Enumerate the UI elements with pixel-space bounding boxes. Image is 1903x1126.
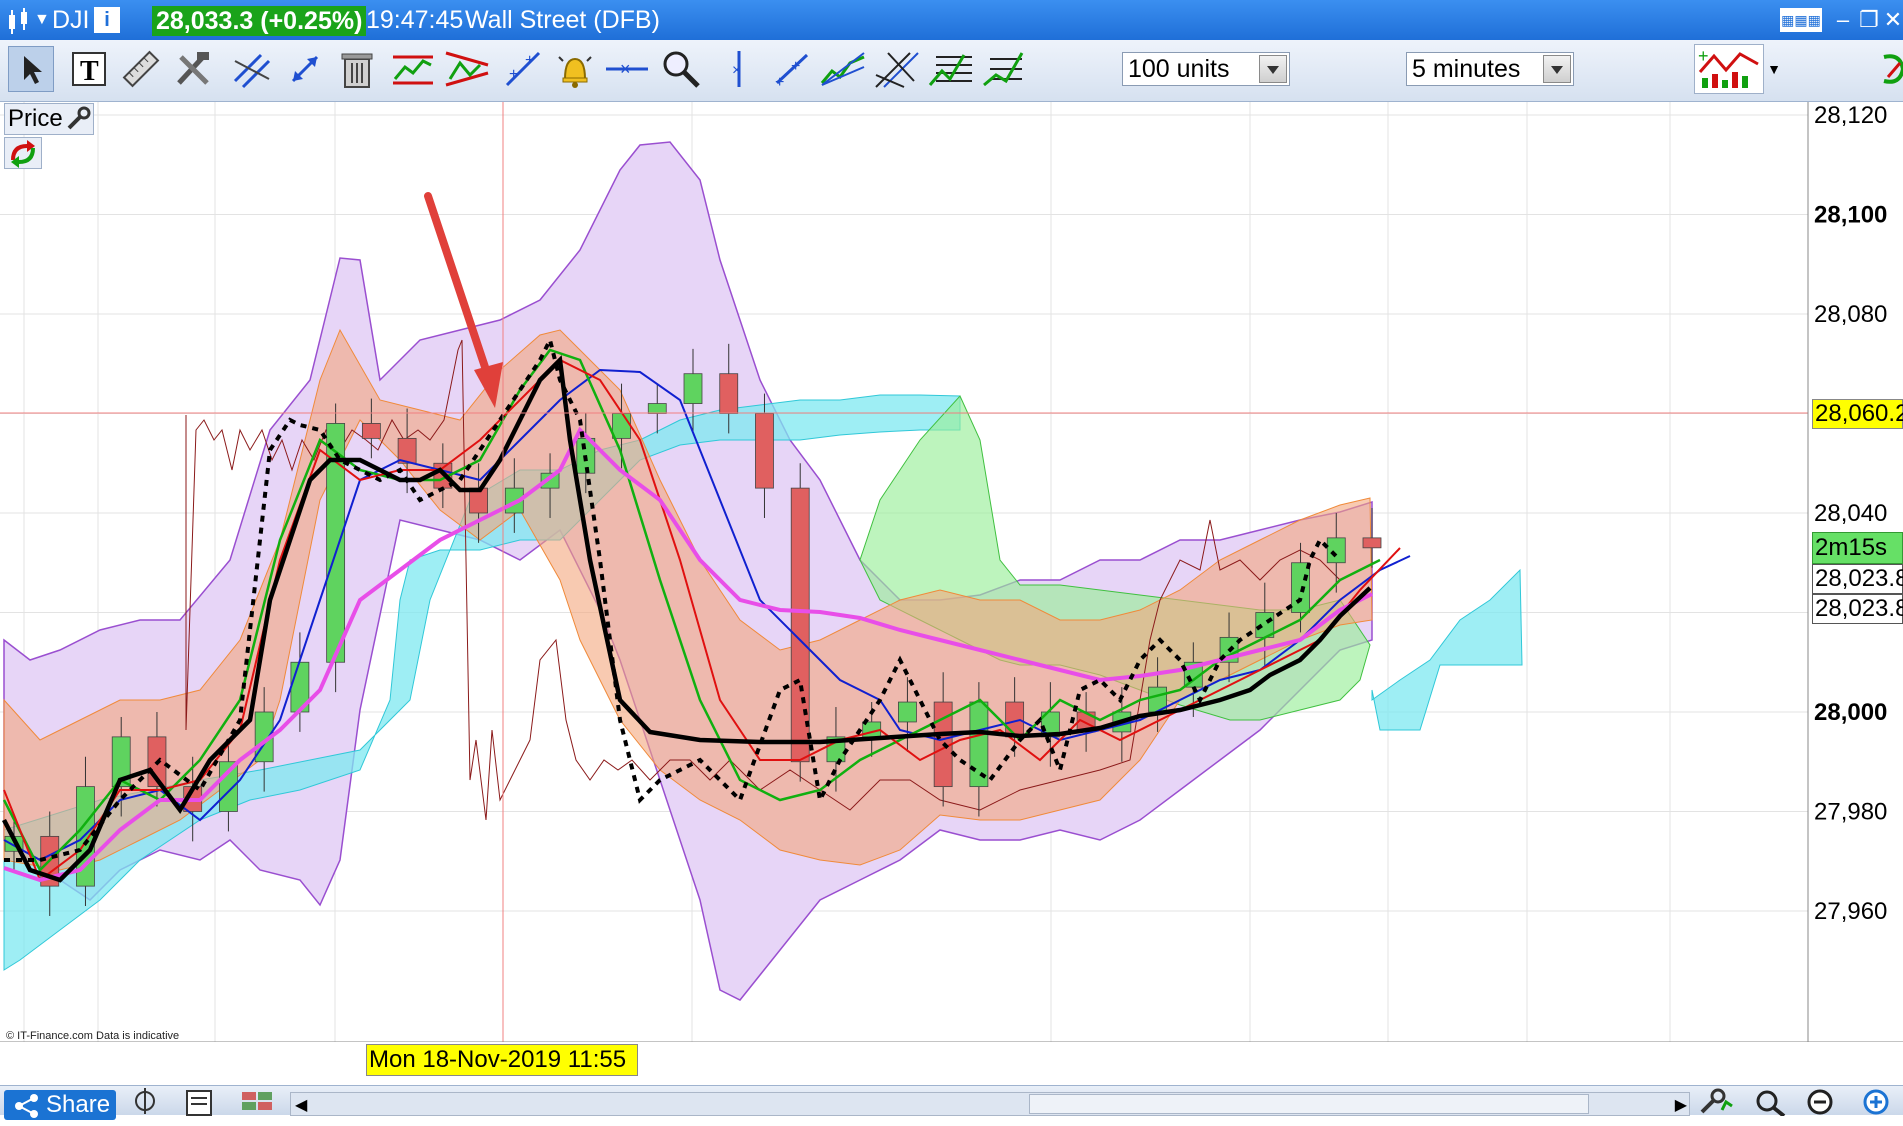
- candle-up: [898, 701, 917, 723]
- ruler-icon[interactable]: [118, 46, 164, 92]
- price-panel-button[interactable]: Price: [4, 103, 94, 135]
- price-chart[interactable]: 28,12028,10028,08028,06028,04028,02028,0…: [0, 102, 1903, 1076]
- chevron-down-icon[interactable]: ▼: [1764, 46, 1784, 92]
- svg-text:+: +: [775, 74, 784, 89]
- zoom-out-icon[interactable]: [1806, 1088, 1836, 1121]
- candle-up: [647, 403, 667, 414]
- trash-icon[interactable]: [334, 46, 380, 92]
- close-icon[interactable]: ✕: [1880, 8, 1903, 32]
- candle-down: [755, 413, 774, 489]
- drawing-toolbar: T + + × × + + 100 units 5 minutes + ▼: [0, 40, 1903, 102]
- wrench-icon[interactable]: [65, 106, 91, 140]
- refresh-icon[interactable]: [4, 137, 42, 169]
- candle-down: [1362, 537, 1382, 549]
- candlestick-icon[interactable]: [6, 0, 32, 40]
- minimize-icon[interactable]: –: [1830, 8, 1856, 32]
- zoom-icon[interactable]: [658, 46, 704, 92]
- current-price-label: 28,023.8: [1812, 564, 1903, 594]
- zoom-fit-icon[interactable]: [1754, 1088, 1790, 1121]
- candle-up: [683, 373, 703, 404]
- chevron-down-icon[interactable]: [1259, 55, 1287, 83]
- svg-text:+: +: [791, 58, 800, 75]
- candle-up: [1326, 537, 1346, 564]
- countdown-label: 2m15s: [1812, 532, 1903, 564]
- notes-icon[interactable]: [184, 1088, 214, 1121]
- parallel-lines-icon[interactable]: [228, 46, 274, 92]
- svg-text:T: T: [80, 56, 99, 87]
- channel-tool-icon[interactable]: [390, 46, 436, 92]
- svg-text:×: ×: [620, 59, 631, 79]
- market-name: Wall Street (DFB): [465, 6, 660, 34]
- scale-arrows-icon[interactable]: [282, 46, 328, 92]
- chevron-down-icon[interactable]: [1543, 55, 1571, 83]
- horizontal-scrollbar[interactable]: ◀ ▶: [290, 1092, 1690, 1116]
- y-tick-label: 28,040: [1814, 500, 1887, 527]
- crosshair-toggle-icon[interactable]: [132, 1088, 158, 1119]
- chart-settings-icon[interactable]: [1698, 1088, 1734, 1121]
- trade-size-value: 100 units: [1128, 55, 1230, 83]
- candle-up: [969, 701, 989, 788]
- candle-down: [719, 373, 739, 414]
- candle-down: [790, 487, 810, 763]
- interval-value: 5 minutes: [1412, 55, 1521, 83]
- y-tick-label: 28,100: [1814, 202, 1887, 229]
- title-bar: ▼ DJI i 28,033.3 (+0.25%) 19:47:45 Wall …: [0, 0, 1903, 40]
- indicator-settings-icon[interactable]: [1880, 46, 1903, 92]
- svg-text:+: +: [1698, 46, 1709, 66]
- scroll-left-icon[interactable]: ◀: [295, 1095, 307, 1115]
- candle-up: [612, 413, 631, 439]
- share-button[interactable]: Share: [4, 1090, 116, 1120]
- zoom-in-icon[interactable]: [1862, 1088, 1892, 1121]
- symbol-label[interactable]: DJI: [52, 0, 90, 40]
- interval-select[interactable]: 5 minutes: [1406, 52, 1574, 86]
- trade-size-select[interactable]: 100 units: [1122, 52, 1290, 86]
- tools-icon[interactable]: [170, 46, 216, 92]
- svg-text:×: ×: [732, 62, 741, 79]
- fibonacci-extension-icon[interactable]: [982, 46, 1028, 92]
- alert-bell-icon[interactable]: [552, 46, 598, 92]
- y-tick-label: 28,120: [1814, 102, 1887, 129]
- horizontal-line-icon[interactable]: ×: [604, 46, 650, 92]
- y-tick-label: 28,000: [1814, 699, 1887, 726]
- copyright-note: © IT-Finance.com Data is indicative: [6, 1030, 180, 1042]
- crosshair-time-label: Mon 18-Nov-2019 11:55: [366, 1044, 638, 1076]
- layout-icon[interactable]: [240, 1088, 276, 1121]
- fibonacci-fan-icon[interactable]: [820, 46, 866, 92]
- candle-up: [1291, 562, 1310, 613]
- svg-text:+: +: [509, 66, 518, 83]
- bottom-toolbar: Share ◀ ▶: [0, 1085, 1903, 1120]
- candle-down: [361, 423, 381, 439]
- restore-icon[interactable]: ❐: [1856, 8, 1882, 32]
- keyboard-icon[interactable]: ▦▦▦: [1780, 8, 1822, 32]
- pointer-tool-icon[interactable]: [8, 46, 54, 92]
- crosshair-price-label: 28,060.2: [1812, 399, 1903, 429]
- time-label: 19:47:45: [366, 6, 464, 34]
- chart-canvas[interactable]: 28,12028,10028,08028,06028,04028,02028,0…: [0, 102, 1903, 1042]
- triangle-tool-icon[interactable]: [444, 46, 490, 92]
- current-price-label: 28,023.8: [1812, 594, 1903, 624]
- trendline-icon[interactable]: + +: [500, 46, 546, 92]
- svg-text:+: +: [525, 52, 534, 69]
- ray-line-icon[interactable]: + +: [768, 46, 814, 92]
- y-tick-label: 28,080: [1814, 301, 1887, 328]
- price-change-badge: 28,033.3 (+0.25%): [152, 6, 367, 36]
- indicators-icon[interactable]: +: [1694, 44, 1764, 94]
- vertical-line-icon[interactable]: ×: [716, 46, 762, 92]
- chevron-down-icon[interactable]: ▼: [34, 0, 50, 40]
- fibonacci-retracement-icon[interactable]: [928, 46, 974, 92]
- share-icon: [14, 1094, 40, 1126]
- info-icon[interactable]: i: [94, 7, 120, 33]
- text-tool-icon[interactable]: T: [66, 46, 112, 92]
- y-tick-label: 27,980: [1814, 799, 1887, 826]
- scrollbar-thumb[interactable]: [1029, 1094, 1589, 1114]
- scroll-right-icon[interactable]: ▶: [1675, 1095, 1687, 1115]
- andrews-pitchfork-icon[interactable]: [874, 46, 920, 92]
- y-tick-label: 27,960: [1814, 898, 1887, 925]
